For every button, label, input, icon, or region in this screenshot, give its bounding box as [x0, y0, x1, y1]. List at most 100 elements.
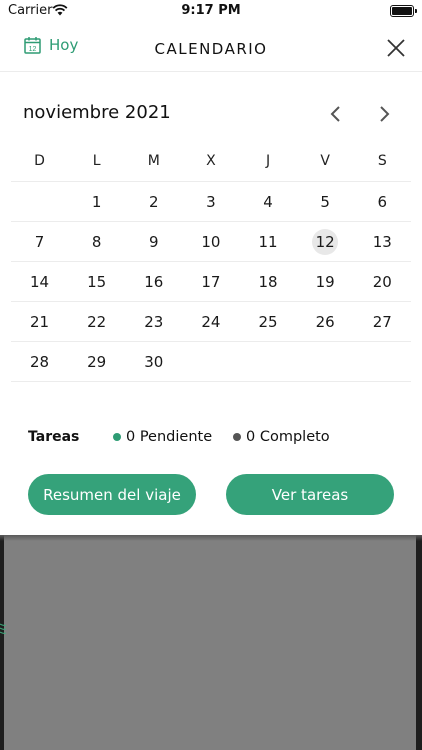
day-cell[interactable]: 29 [68, 342, 125, 381]
calendar-header: 12 Hoy CALENDARIO [0, 24, 422, 72]
empty-day-cell [354, 342, 411, 381]
day-cell[interactable]: 24 [182, 302, 239, 341]
background-edge [416, 535, 422, 750]
day-cell[interactable]: 6 [354, 182, 411, 221]
day-cell[interactable]: 23 [125, 302, 182, 341]
day-cell[interactable]: 2 [125, 182, 182, 221]
day-number: 23 [144, 312, 164, 331]
week-row: 7 8 9 10 11 12 13 [11, 222, 411, 262]
day-cell[interactable]: 25 [240, 302, 297, 341]
day-cell[interactable]: 26 [297, 302, 354, 341]
day-cell[interactable]: 9 [125, 222, 182, 261]
day-cell[interactable]: 1 [68, 182, 125, 221]
complete-count: 0 Completo [246, 429, 330, 445]
dimmed-background[interactable] [0, 535, 422, 750]
day-cell[interactable]: 8 [68, 222, 125, 261]
trip-summary-button[interactable]: Resumen del viaje [28, 474, 196, 515]
tasks-summary: Tareas 0 Pendiente 0 Completo [0, 428, 422, 448]
battery-icon [390, 5, 417, 17]
day-number: 9 [149, 232, 159, 251]
weekday-label: J [265, 152, 271, 169]
day-cell[interactable]: 28 [11, 342, 68, 381]
day-number: 26 [315, 312, 335, 331]
complete-dot-icon [233, 433, 241, 441]
month-label: noviembre 2021 [23, 102, 171, 123]
week-row: 14 15 16 17 18 19 20 [11, 262, 411, 302]
day-cell[interactable]: 16 [125, 262, 182, 301]
day-number: 30 [144, 352, 164, 371]
close-icon[interactable] [386, 38, 406, 58]
day-cell[interactable]: 27 [354, 302, 411, 341]
day-number: 13 [372, 232, 392, 251]
day-number: 11 [258, 232, 278, 251]
pending-legend: 0 Pendiente [113, 429, 212, 445]
weekday-label: L [92, 152, 101, 169]
day-cell[interactable]: 30 [125, 342, 182, 381]
day-number: 3 [206, 192, 216, 211]
status-bar: Carrier 9:17 PM [0, 0, 422, 24]
weekday-label: S [377, 152, 387, 169]
day-cell[interactable]: 7 [11, 222, 68, 261]
weekday-label: M [147, 152, 160, 169]
day-number: 16 [144, 272, 164, 291]
day-cell[interactable]: 4 [240, 182, 297, 221]
day-number: 29 [87, 352, 107, 371]
day-number: 12 [312, 228, 339, 255]
day-cell[interactable]: 13 [354, 222, 411, 261]
day-number: 8 [91, 232, 102, 251]
day-cell[interactable]: 17 [182, 262, 239, 301]
day-number: 21 [30, 312, 50, 331]
sheet-shadow [0, 535, 422, 541]
week-row: 1 2 3 4 5 6 [11, 182, 411, 222]
empty-day-cell [11, 182, 68, 221]
empty-day-cell [182, 342, 239, 381]
day-number: 20 [372, 272, 392, 291]
day-number: 15 [87, 272, 107, 291]
day-cell[interactable]: 18 [240, 262, 297, 301]
month-navigation: noviembre 2021 [0, 100, 422, 128]
weekday-label: D [34, 152, 45, 169]
view-tasks-button[interactable]: Ver tareas [226, 474, 394, 515]
day-cell[interactable]: 21 [11, 302, 68, 341]
tasks-label: Tareas [28, 429, 80, 445]
day-number: 6 [377, 192, 388, 211]
day-number: 2 [149, 192, 159, 211]
background-edge [0, 535, 4, 750]
calendar-grid: D L M X J V S 1 2 3 4 5 6 7 8 9 10 11 12… [11, 142, 411, 382]
day-cell[interactable]: 15 [68, 262, 125, 301]
weekday-label: V [320, 152, 330, 169]
day-cell[interactable]: 14 [11, 262, 68, 301]
day-cell[interactable]: 3 [182, 182, 239, 221]
chevron-left-icon[interactable] [326, 104, 346, 124]
pending-dot-icon [113, 433, 121, 441]
day-number: 1 [91, 192, 102, 211]
day-number: 24 [201, 312, 221, 331]
day-number: 25 [258, 312, 278, 331]
day-number: 22 [87, 312, 107, 331]
map-route-fragment [0, 623, 6, 634]
day-number: 18 [258, 272, 278, 291]
day-number: 5 [320, 192, 330, 211]
day-cell[interactable]: 11 [240, 222, 297, 261]
status-time: 9:17 PM [181, 3, 241, 18]
day-cell[interactable]: 10 [182, 222, 239, 261]
day-number: 10 [201, 232, 221, 251]
day-number: 28 [30, 352, 50, 371]
day-number: 7 [34, 232, 45, 251]
week-row: 21 22 23 24 25 26 27 [11, 302, 411, 342]
complete-legend: 0 Completo [233, 429, 330, 445]
week-row: 28 29 30 [11, 342, 411, 382]
day-cell[interactable]: 19 [297, 262, 354, 301]
chevron-right-icon[interactable] [374, 104, 394, 124]
day-cell[interactable]: 22 [68, 302, 125, 341]
page-title: CALENDARIO [154, 40, 268, 58]
day-cell[interactable]: 5 [297, 182, 354, 221]
selected-day-cell[interactable]: 12 [297, 222, 354, 261]
empty-day-cell [240, 342, 297, 381]
day-number: 14 [30, 272, 50, 291]
empty-day-cell [297, 342, 354, 381]
day-number: 19 [315, 272, 335, 291]
day-number: 4 [263, 192, 273, 211]
day-cell[interactable]: 20 [354, 262, 411, 301]
day-number: 27 [372, 312, 392, 331]
